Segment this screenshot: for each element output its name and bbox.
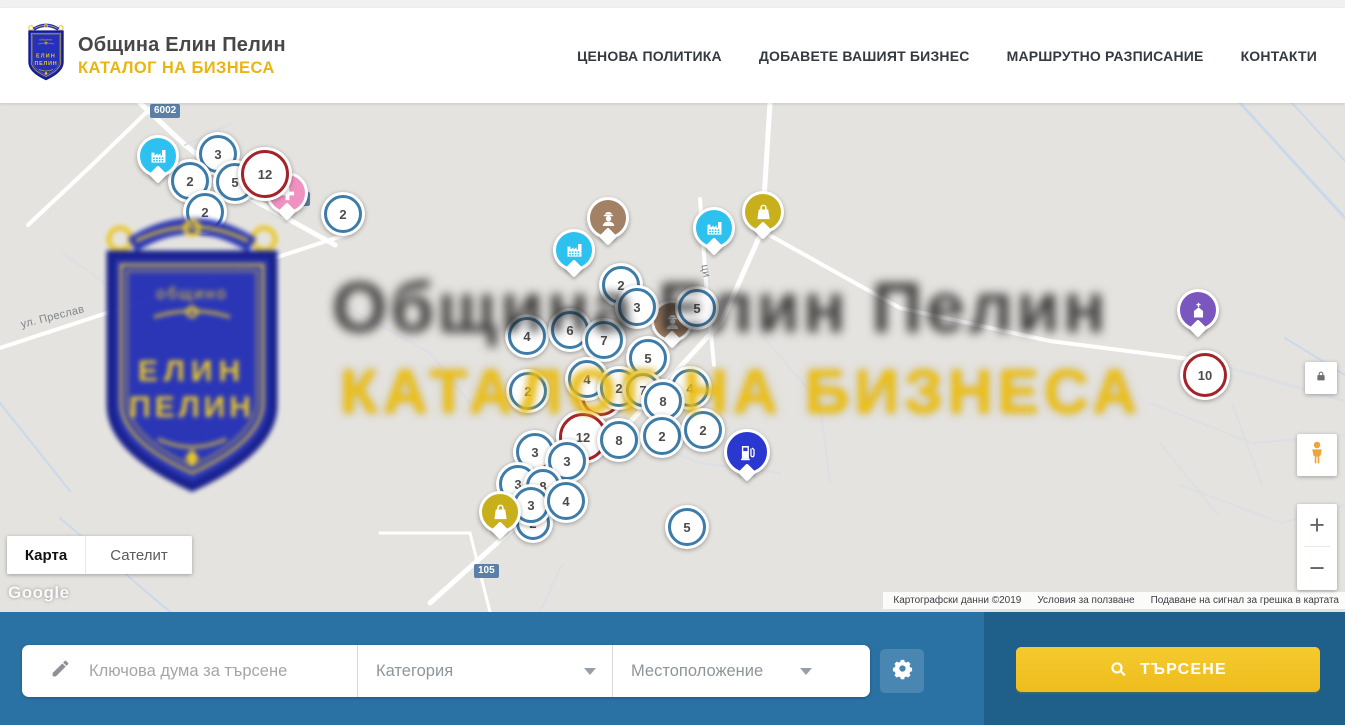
svg-text:ЕЛИН: ЕЛИН (36, 53, 56, 59)
category-select[interactable]: Категория (358, 645, 612, 697)
street-view-pegman[interactable] (1297, 434, 1337, 476)
category-select-label: Категория (376, 662, 453, 681)
svg-text:общино: общино (39, 37, 52, 41)
marker-fuel[interactable] (724, 429, 770, 475)
svg-text:ЕЛИН: ЕЛИН (138, 355, 246, 388)
nav-pricing-policy[interactable]: ЦЕНОВА ПОЛИТИКА (577, 48, 722, 64)
map-attribution: Картографски данни ©2019 Условия за ползв… (883, 592, 1345, 609)
marker-bag[interactable] (742, 191, 784, 233)
chevron-down-icon (584, 668, 596, 675)
cluster-marker[interactable]: 12 (238, 147, 292, 201)
road-number-badge: 105 (474, 564, 499, 578)
search-fieldbar: Категория Местоположение (22, 645, 870, 697)
fuel-icon (737, 442, 758, 463)
marker-factory[interactable] (553, 229, 595, 271)
brand-text: Община Елин Пелин КАТАЛОГ НА БИЗНЕСА (78, 34, 286, 78)
watermark-title: Община Елин Пелин (332, 268, 1109, 349)
bag-icon (753, 202, 774, 223)
marker-factory[interactable] (693, 207, 735, 249)
cluster-count: 4 (562, 494, 569, 509)
lock-control[interactable] (1305, 362, 1337, 394)
search-bar-left: Категория Местоположение (0, 612, 984, 725)
map-type-control: Карта Сателит (7, 536, 192, 574)
app-root: общино ЕЛИН ПЕЛИН Община Елин Пелин КАТА… (0, 0, 1345, 725)
search-bar: Категория Местоположение (0, 612, 1345, 725)
nav-add-business[interactable]: ДОБАВЕТЕ ВАШИЯТ БИЗНЕС (759, 48, 970, 64)
cluster-count: 3 (563, 454, 570, 469)
nav-route-schedule[interactable]: МАРШРУТНО РАЗПИСАНИЕ (1007, 48, 1204, 64)
cluster-count: 3 (527, 498, 534, 513)
keyword-field[interactable] (22, 645, 357, 697)
search-button[interactable]: ТЪРСЕНЕ (1016, 647, 1320, 692)
cluster-count: 12 (258, 167, 272, 182)
site-subtitle: КАТАЛОГ НА БИЗНЕСА (78, 59, 286, 78)
svg-text:ПЕЛИН: ПЕЛИН (129, 391, 255, 424)
cluster-count: 2 (186, 174, 193, 189)
svg-text:общино: общино (156, 285, 228, 303)
map-type-map-button[interactable]: Карта (7, 536, 85, 574)
location-select-label: Местоположение (631, 662, 763, 681)
marker-church[interactable] (1177, 289, 1219, 331)
google-logo[interactable]: Google (8, 583, 70, 603)
search-button-label: ТЪРСЕНЕ (1140, 661, 1227, 679)
map-data-attribution: Картографски данни ©2019 (893, 595, 1021, 606)
cluster-count: 5 (683, 520, 690, 535)
cluster-count: 2 (339, 207, 346, 222)
bag-icon (490, 502, 511, 523)
cluster-count: 3 (531, 445, 538, 460)
watermark-subtitle: КАТАЛОГ НА БИЗНЕСА (340, 357, 1142, 428)
cluster-count: 8 (615, 433, 622, 448)
church-icon (1188, 300, 1209, 321)
factory-icon (704, 218, 725, 239)
map-type-satellite-button[interactable]: Сателит (85, 536, 192, 574)
advanced-settings-button[interactable] (880, 649, 924, 693)
report-error-link[interactable]: Подаване на сигнал за грешка в картата (1151, 595, 1339, 606)
marker-factory[interactable] (137, 135, 179, 177)
marker-bag[interactable] (479, 491, 521, 533)
cluster-count: 10 (1198, 368, 1212, 383)
cluster-marker[interactable]: 5 (665, 505, 709, 549)
brand[interactable]: общино ЕЛИН ПЕЛИН Община Елин Пелин КАТА… (24, 23, 286, 88)
nav-contacts[interactable]: КОНТАКТИ (1241, 48, 1317, 64)
cluster-count: 3 (214, 147, 221, 162)
gear-icon (891, 657, 914, 685)
terms-link[interactable]: Условия за ползване (1037, 595, 1134, 606)
factory-icon (148, 146, 169, 167)
cluster-marker[interactable]: 2 (321, 192, 365, 236)
pegman-icon (1304, 438, 1330, 473)
header: общино ЕЛИН ПЕЛИН Община Елин Пелин КАТА… (0, 8, 1345, 103)
worker-icon (598, 208, 619, 229)
site-title: Община Елин Пелин (78, 34, 286, 57)
cluster-count: 2 (658, 429, 665, 444)
cluster-marker[interactable]: 10 (1180, 350, 1230, 400)
marker-worker[interactable] (587, 197, 629, 239)
cluster-marker[interactable]: 4 (544, 479, 588, 523)
search-icon (1109, 660, 1128, 679)
chevron-down-icon (800, 668, 812, 675)
svg-text:ПЕЛИН: ПЕЛИН (34, 61, 57, 67)
zoom-in-button[interactable]: + (1297, 504, 1337, 546)
municipality-crest-logo: общино ЕЛИН ПЕЛИН (24, 23, 68, 88)
keyword-input[interactable] (87, 661, 351, 682)
road-number-badge: 6002 (150, 104, 180, 118)
zoom-control: + − (1297, 504, 1337, 590)
map-canvas[interactable]: 32512222354675242748128223338342510ул. П… (0, 103, 1345, 612)
top-strip (0, 0, 1345, 8)
location-select[interactable]: Местоположение (613, 645, 870, 697)
watermark-crest: общино ЕЛИН ПЕЛИН (86, 215, 298, 510)
search-bar-right: ТЪРСЕНЕ (984, 612, 1345, 725)
lock-icon (1314, 369, 1328, 388)
zoom-out-button[interactable]: − (1297, 547, 1337, 589)
main-nav: ЦЕНОВА ПОЛИТИКА ДОБАВЕТЕ ВАШИЯТ БИЗНЕС МАР… (577, 48, 1317, 64)
pencil-icon (50, 658, 71, 684)
factory-icon (564, 240, 585, 261)
